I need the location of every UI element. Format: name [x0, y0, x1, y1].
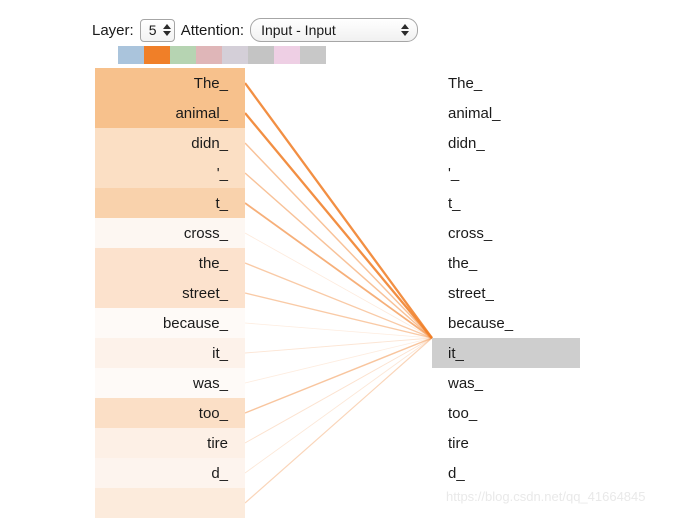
attention-line — [244, 262, 433, 339]
attention-line — [244, 232, 433, 339]
layer-label: Layer: — [92, 21, 134, 39]
source-token-label: d_ — [211, 464, 228, 482]
source-token-label: cross_ — [183, 224, 228, 242]
source-token-column: The_ animal_ didn_ '_ t_ cross_ the_ street_bec… — [95, 68, 245, 518]
source-token-label: street_ — [182, 284, 228, 302]
target-token-label: cross_ — [448, 224, 493, 242]
target-token-row[interactable]: because_ — [432, 308, 580, 338]
source-token-row[interactable]: because_ — [95, 308, 245, 338]
target-token-label: animal_ — [448, 104, 501, 122]
attention-line — [244, 337, 433, 384]
source-token-label: animal_ — [175, 104, 228, 122]
head-swatch-1[interactable] — [118, 46, 144, 64]
source-token-label: too_ — [198, 404, 228, 422]
source-token-row[interactable]: it_ — [95, 338, 245, 368]
watermark: https://blog.csdn.net/qq_41664845 — [446, 489, 646, 504]
source-token-row[interactable]: the_ — [95, 248, 245, 278]
source-token-row[interactable] — [95, 488, 245, 518]
attention-selected-value: Input - Input — [261, 22, 336, 38]
attention-line — [244, 112, 433, 339]
target-token-label: The_ — [448, 74, 483, 92]
target-token-label: t_ — [448, 194, 461, 212]
head-swatch-5[interactable] — [222, 46, 248, 64]
head-swatch-8[interactable] — [300, 46, 326, 64]
source-token-row[interactable]: too_ — [95, 398, 245, 428]
attention-line — [244, 142, 433, 339]
target-token-label: was_ — [448, 374, 484, 392]
target-token-label: too_ — [448, 404, 478, 422]
head-swatch-3[interactable] — [170, 46, 196, 64]
target-token-row[interactable]: didn_ — [432, 128, 580, 158]
triangle-up-icon[interactable] — [162, 24, 171, 29]
target-token-label: didn_ — [448, 134, 485, 152]
target-token-row-selected[interactable]: it_ — [432, 338, 580, 368]
target-token-label: because_ — [448, 314, 514, 332]
attention-label: Attention: — [180, 21, 245, 39]
triangle-down-icon[interactable] — [401, 31, 410, 36]
target-token-label: tire — [448, 434, 469, 452]
attention-line — [244, 337, 433, 444]
head-swatch-6[interactable] — [248, 46, 274, 64]
source-token-label: '_ — [216, 164, 228, 182]
attention-line — [244, 202, 433, 339]
source-token-row[interactable]: The_ — [95, 68, 245, 98]
target-token-row[interactable]: the_ — [432, 248, 580, 278]
source-token-row[interactable]: d_ — [95, 458, 245, 488]
attention-line — [244, 292, 433, 339]
source-token-row[interactable]: t_ — [95, 188, 245, 218]
head-swatch-7[interactable] — [274, 46, 300, 64]
source-token-label: was_ — [192, 374, 228, 392]
source-token-row[interactable]: tire — [95, 428, 245, 458]
target-token-row[interactable]: The_ — [432, 68, 580, 98]
source-token-label: tire — [207, 434, 228, 452]
source-token-label: because_ — [162, 314, 228, 332]
target-token-column: The_ animal_ didn_ '_ t_ cross_ the_ street_bec… — [432, 68, 580, 488]
source-token-row[interactable]: '_ — [95, 158, 245, 188]
target-token-row[interactable]: was_ — [432, 368, 580, 398]
target-token-row[interactable]: animal_ — [432, 98, 580, 128]
head-swatch-2[interactable] — [144, 46, 170, 64]
layer-stepper[interactable]: 5 — [139, 18, 175, 42]
target-token-label: d_ — [448, 464, 465, 482]
attention-line — [244, 337, 433, 354]
attention-head-swatches — [118, 46, 326, 64]
target-token-row[interactable]: '_ — [432, 158, 580, 188]
source-token-label: didn_ — [191, 134, 228, 152]
attention-line — [244, 337, 433, 474]
attention-line — [244, 322, 433, 339]
head-swatch-4[interactable] — [196, 46, 222, 64]
target-token-row[interactable]: too_ — [432, 398, 580, 428]
source-token-row[interactable]: didn_ — [95, 128, 245, 158]
source-token-row[interactable]: animal_ — [95, 98, 245, 128]
attention-select[interactable]: Input - Input — [250, 18, 419, 42]
target-token-label: the_ — [448, 254, 478, 272]
target-token-label: '_ — [448, 164, 460, 182]
source-token-label: The_ — [193, 74, 228, 92]
attention-line — [244, 337, 433, 414]
source-token-label: it_ — [212, 344, 228, 362]
target-token-row[interactable]: d_ — [432, 458, 580, 488]
target-token-label: it_ — [448, 344, 464, 362]
attention-line — [244, 82, 433, 339]
source-token-label: t_ — [215, 194, 228, 212]
source-token-label: the_ — [198, 254, 228, 272]
layer-stepper-arrows[interactable] — [162, 24, 171, 36]
target-token-row[interactable]: street_ — [432, 278, 580, 308]
attention-line — [244, 172, 433, 339]
triangle-down-icon[interactable] — [162, 31, 171, 36]
attention-select-arrows[interactable] — [401, 24, 410, 36]
source-token-row[interactable]: cross_ — [95, 218, 245, 248]
toolbar: Layer: 5 Attention: Input - Input — [92, 16, 419, 44]
source-token-row[interactable]: street_ — [95, 278, 245, 308]
layer-value: 5 — [148, 22, 157, 38]
attention-line — [244, 337, 433, 504]
target-token-row[interactable]: t_ — [432, 188, 580, 218]
source-token-row[interactable]: was_ — [95, 368, 245, 398]
target-token-label: street_ — [448, 284, 494, 302]
target-token-row[interactable]: cross_ — [432, 218, 580, 248]
triangle-up-icon[interactable] — [401, 24, 410, 29]
target-token-row[interactable]: tire — [432, 428, 580, 458]
